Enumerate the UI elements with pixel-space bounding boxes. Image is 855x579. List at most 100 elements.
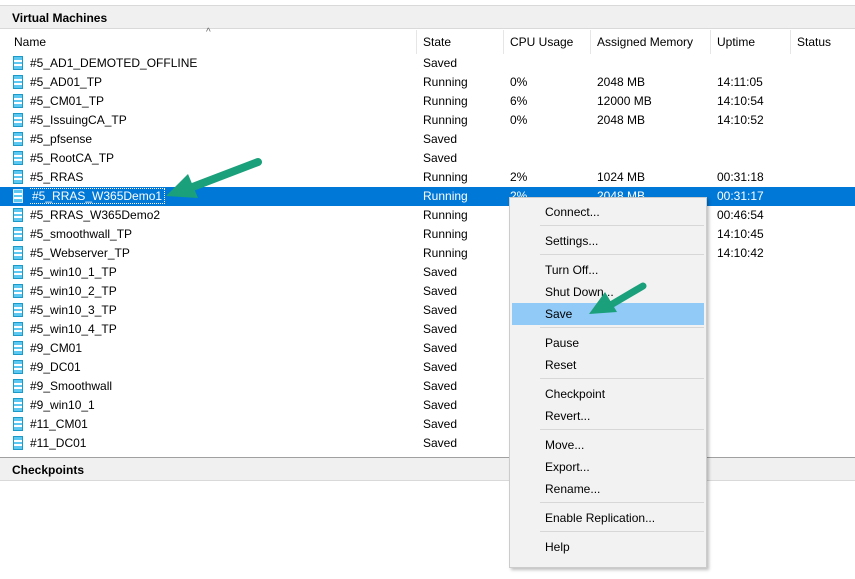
virtual-machines-title: Virtual Machines [12,11,108,25]
vm-assigned-memory: 2048 MB [597,75,646,89]
vm-assigned-memory: 2048 MB [597,113,646,127]
menu-item-connect[interactable]: Connect... [512,201,704,223]
vm-uptime [717,263,797,282]
vm-name: #5_CM01_TP [30,94,105,108]
virtual-machine-icon [13,341,23,355]
vm-cpu-usage: 0% [510,113,528,127]
vm-state: Saved [423,151,458,165]
virtual-machine-icon [13,360,23,374]
vm-uptime [717,434,797,453]
vm-assigned-memory [597,130,707,149]
menu-separator [540,225,704,226]
vm-row[interactable]: #5_win10_3_TP Saved [0,301,855,320]
menu-item-enable-replication[interactable]: Enable Replication... [512,507,704,529]
vm-row[interactable]: #11_CM01 Saved [0,415,855,434]
vm-uptime [717,415,797,434]
col-name[interactable]: Name [8,30,417,54]
vm-name: #5_win10_4_TP [30,322,117,336]
vm-state: Saved [423,360,458,374]
col-state[interactable]: State [417,30,504,54]
menu-item-label: Move... [545,438,585,452]
menu-item-rename[interactable]: Rename... [512,478,704,500]
vm-row[interactable]: #11_DC01 Saved [0,434,855,453]
menu-item-move[interactable]: Move... [512,434,704,456]
menu-item-reset[interactable]: Reset [512,354,704,376]
checkpoints-title: Checkpoints [12,463,85,477]
vm-cpu-usage [510,149,590,168]
vm-state: Saved [423,398,458,412]
vm-state: Running [423,75,468,89]
vm-row[interactable]: #5_pfsense Saved [0,130,855,149]
vm-row[interactable]: #5_smoothwall_TP Running 14:10:45 [0,225,855,244]
virtual-machine-icon [13,436,23,450]
vm-cpu-usage: 0% [510,75,528,89]
virtual-machine-icon [13,398,23,412]
vm-row[interactable]: #5_IssuingCA_TP Running 0% 2048 MB 14:10:52 [0,111,855,130]
virtual-machine-icon [13,208,23,222]
col-status[interactable]: Status [791,30,855,54]
vm-row[interactable]: #5_win10_1_TP Saved [0,263,855,282]
vm-name: #9_CM01 [30,341,83,355]
vm-row[interactable]: #5_RRAS_W365Demo1 Running 2% 2048 MB 00:31:1… [0,187,855,206]
vm-uptime [717,282,797,301]
col-assigned-memory[interactable]: Assigned Memory [591,30,711,54]
vm-state: Saved [423,132,458,146]
vm-cpu-usage: 6% [510,94,528,108]
vm-uptime: 14:10:54 [717,94,764,108]
vm-uptime: 00:31:18 [717,170,764,184]
menu-item-label: Revert... [545,409,591,423]
vm-state: Running [423,189,468,203]
menu-item-label: Enable Replication... [545,511,656,525]
virtual-machine-icon [13,303,23,317]
vm-state: Saved [423,303,458,317]
menu-item-label: Export... [545,460,590,474]
vm-row[interactable]: #9_win10_1 Saved [0,396,855,415]
vm-row[interactable]: #5_RootCA_TP Saved [0,149,855,168]
vm-uptime: 14:11:05 [717,75,763,89]
vm-row[interactable]: #5_RRAS_W365Demo2 Running 00:46:54 [0,206,855,225]
virtual-machine-icon [13,322,23,336]
context-menu: Connect... Settings... Turn Off... Shut Dow… [509,197,707,568]
vm-row[interactable]: #9_CM01 Saved [0,339,855,358]
virtual-machine-icon [13,151,23,165]
menu-item-label: Connect... [545,205,600,219]
col-uptime[interactable]: Uptime [711,30,791,54]
vm-uptime [717,301,797,320]
vm-row[interactable]: #5_Webserver_TP Running 14:10:42 [0,244,855,263]
menu-item-settings[interactable]: Settings... [512,230,704,252]
menu-separator [540,378,704,379]
menu-item-label: Pause [545,336,580,350]
vm-row[interactable]: #5_RRAS Running 2% 1024 MB 00:31:18 [0,168,855,187]
menu-item-help[interactable]: Help [512,536,704,558]
vm-uptime: 14:10:45 [717,227,764,241]
green-pointer-arrow-icon [166,158,262,198]
vm-row[interactable]: #5_win10_4_TP Saved [0,320,855,339]
vm-row[interactable]: #5_AD01_TP Running 0% 2048 MB 14:11:05 [0,73,855,92]
virtual-machine-icon [13,246,23,260]
menu-item-revert[interactable]: Revert... [512,405,704,427]
vm-row[interactable]: #9_Smoothwall Saved [0,377,855,396]
vm-state: Saved [423,265,458,279]
menu-item-pause[interactable]: Pause [512,332,704,354]
vm-row[interactable]: #5_win10_2_TP Saved [0,282,855,301]
menu-item-label: Help [545,540,570,554]
menu-item-checkpoint[interactable]: Checkpoint [512,383,704,405]
vm-state: Running [423,246,468,260]
vm-row[interactable]: #5_AD1_DEMOTED_OFFLINE Saved [0,54,855,73]
vm-name: #5_AD1_DEMOTED_OFFLINE [30,56,198,70]
col-cpu-usage[interactable]: CPU Usage [504,30,591,54]
vm-row[interactable]: #5_CM01_TP Running 6% 12000 MB 14:10:54 [0,92,855,111]
vm-state: Running [423,113,468,127]
vm-state: Saved [423,284,458,298]
menu-separator [540,531,704,532]
vm-row[interactable]: #9_DC01 Saved [0,358,855,377]
checkpoints-header: Checkpoints [0,457,855,481]
virtual-machine-icon [13,417,23,431]
menu-item-export[interactable]: Export... [512,456,704,478]
vm-name: #11_DC01 [30,436,87,450]
virtual-machine-icon [13,227,23,241]
virtual-machine-icon [13,56,23,70]
vm-state: Saved [423,341,458,355]
vm-name: #5_win10_1_TP [30,265,117,279]
vm-state: Running [423,170,468,184]
